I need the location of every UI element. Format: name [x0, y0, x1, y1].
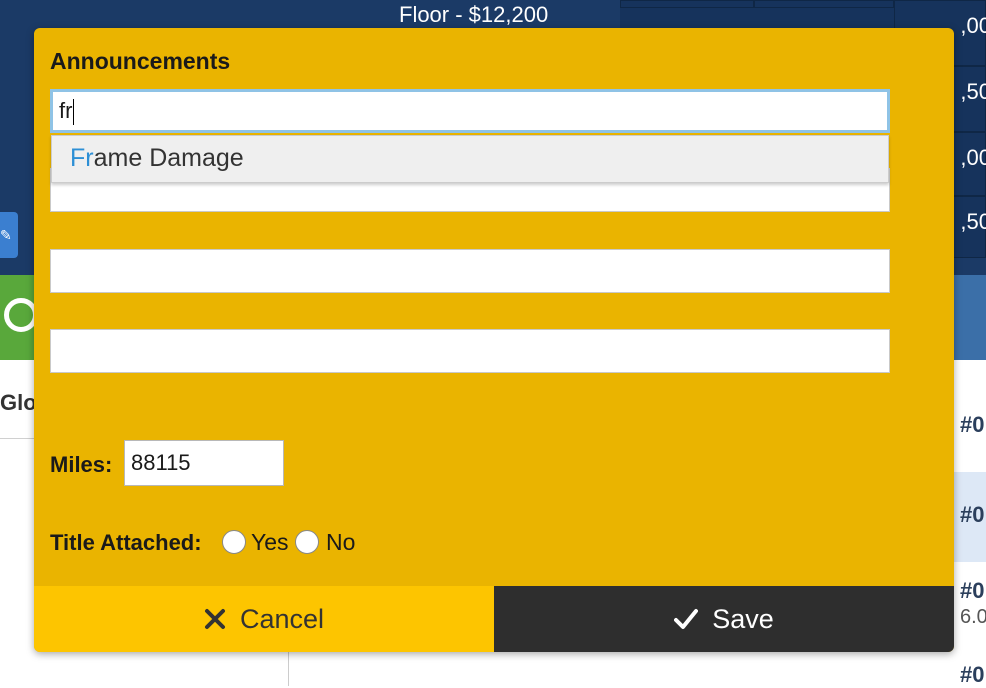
autocomplete-option[interactable]: Frame Damage [70, 144, 244, 173]
grid-value: ,00 [960, 145, 986, 170]
title-attached-label: Title Attached: [50, 530, 202, 555]
autocomplete-dropdown: Frame Damage [51, 135, 889, 183]
input-value: fr [59, 98, 73, 123]
grid-cell [754, 0, 894, 8]
text-caret [73, 99, 75, 126]
lot-id: #0 [960, 578, 985, 603]
lot-detail: 6.0 [960, 606, 986, 628]
cancel-label: Cancel [239, 604, 325, 634]
announcement-input-3[interactable] [50, 249, 890, 293]
list-item[interactable]: #0 [920, 658, 986, 687]
modal-title: Announcements [50, 48, 231, 74]
miles-input[interactable]: 88115 [124, 440, 284, 486]
circle-icon [4, 298, 38, 332]
save-label: Save [712, 604, 774, 634]
pencil-icon: ✎ [0, 227, 12, 243]
announcement-input-4[interactable] [50, 329, 890, 373]
grid-cell [620, 0, 754, 8]
miles-label: Miles: [50, 452, 113, 477]
title-yes-radio[interactable] [222, 530, 246, 554]
match-text: Fr [70, 144, 94, 172]
edit-button[interactable]: ✎ [0, 212, 18, 258]
close-icon [204, 588, 226, 652]
divider [288, 650, 289, 686]
lot-id: #0 [960, 412, 985, 437]
lot-id: #0 [960, 662, 985, 687]
cancel-button[interactable]: Cancel [34, 586, 494, 652]
grid-value: ,50 [960, 209, 986, 234]
lot-id: #0 [960, 502, 985, 527]
section-heading: Glo [0, 390, 37, 415]
checkmark-icon [674, 588, 699, 652]
save-button[interactable]: Save [494, 586, 954, 652]
announcements-modal: Announcements fr Frame Damage Miles: 881… [34, 28, 954, 652]
announcement-input-1[interactable]: fr [50, 89, 890, 133]
radio-no-label: No [326, 529, 356, 555]
title-no-radio[interactable] [295, 530, 319, 554]
grid-value: ,50 [960, 79, 986, 104]
grid-value: ,00 [960, 13, 986, 38]
radio-yes-label: Yes [251, 529, 289, 555]
divider [0, 438, 36, 439]
floor-price: Floor - $12,200 [399, 2, 549, 27]
option-text: ame Damage [93, 144, 244, 172]
